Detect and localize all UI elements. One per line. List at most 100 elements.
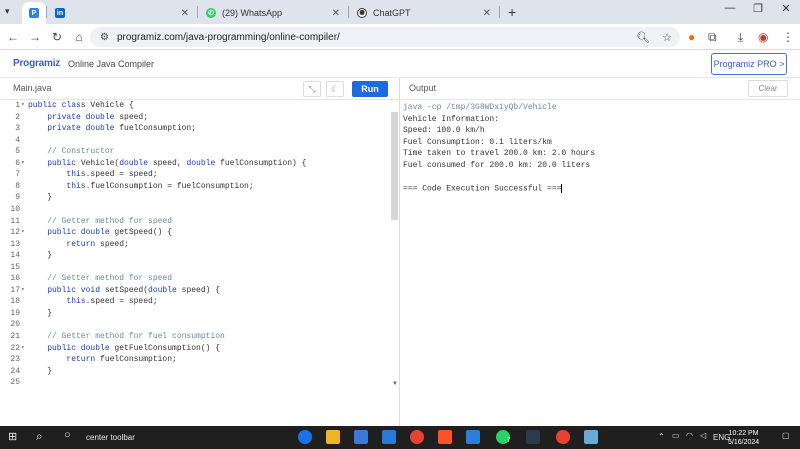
code-line[interactable]: 21 // Getter method for fuel consumption [0,332,391,344]
output-text: Fuel consumed for 200.0 km: 20.0 liters [403,160,591,170]
code-line[interactable]: 16 // Setter method for speed [0,274,391,286]
site-info-icon[interactable]: ⚙ [100,32,109,43]
code-line[interactable]: 17 ▾ public void setSpeed(double speed) { [0,286,391,298]
code-text: // Getter method for speed [28,217,172,226]
tab-chatgpt[interactable]: ✺ ChatGPT ✕ [349,2,499,24]
code-token: speed, [152,158,187,168]
close-icon[interactable]: ✕ [332,8,340,19]
fold-arrow-icon[interactable]: ▾ [21,228,25,235]
notepad-icon[interactable] [584,430,598,444]
code-line[interactable]: 15 [0,263,391,275]
tray-chevron-up-icon[interactable]: ⌃ [658,432,665,441]
brave-icon[interactable] [438,430,452,444]
tab-whatsapp[interactable]: ✆ (29) WhatsApp ✕ [198,2,348,24]
code-line[interactable]: 25 [0,378,391,390]
pane-divider[interactable] [399,78,400,426]
close-window-icon[interactable]: ✕ [772,2,800,15]
cortana-circle-icon[interactable]: ○ [64,429,71,441]
new-tab-button[interactable]: + [500,4,524,20]
code-token: speed; [119,112,149,122]
file-tab-main[interactable]: Main.java [13,83,52,93]
terminal-icon[interactable] [526,430,540,444]
tab-search-icon[interactable]: ▾ [5,6,10,17]
tab-programiz[interactable]: P [22,2,46,24]
restore-icon[interactable]: ❐ [744,2,772,15]
line-number: 6 [15,158,20,168]
home-icon[interactable]: ⌂ [68,30,90,44]
chrome-active-icon[interactable] [556,430,570,444]
code-line[interactable]: 4 [0,136,391,148]
address-bar[interactable]: ⚙ programiz.com/java-programming/online-… [90,27,680,47]
menu-kebab-icon[interactable]: ⋮ [782,30,794,44]
code-line[interactable]: 11 // Getter method for speed [0,217,391,229]
code-line[interactable]: 20 [0,320,391,332]
tab-linkedin[interactable]: in ✕ [47,2,197,24]
code-text: private double speed; [28,113,148,122]
line-number: 25 [10,378,20,388]
forward-icon[interactable]: → [24,30,46,44]
file-explorer-icon[interactable] [326,430,340,444]
extension-icon[interactable]: ● [688,30,695,44]
back-icon[interactable]: ← [2,30,24,44]
code-line[interactable]: 9 } [0,193,391,205]
programiz-logo[interactable]: Programiz [13,58,60,69]
code-line[interactable]: 24 } [0,367,391,379]
clear-button[interactable]: Clear [748,80,788,97]
search-icon[interactable]: ⌕ [36,429,43,444]
code-line[interactable]: 7 this.speed = speed; [0,170,391,182]
code-line[interactable]: 18 this.speed = speed; [0,297,391,309]
chrome-icon[interactable] [410,430,424,444]
taskbar-search-text[interactable]: center toolbar [86,433,135,442]
reload-icon[interactable]: ↻ [46,30,68,44]
close-icon[interactable]: ✕ [181,8,189,19]
fold-arrow-icon[interactable]: ▾ [21,344,25,351]
wifi-icon[interactable]: ◠ [686,431,693,440]
output-text: Time taken to travel 200.0 km: 2.0 hours [403,149,596,159]
mail-icon[interactable] [382,430,396,444]
code-line[interactable]: 19 } [0,309,391,321]
code-line[interactable]: 2 private double speed; [0,113,391,125]
run-button[interactable]: Run [352,81,388,97]
system-clock[interactable]: 10:22 PM 5/16/2024 [728,429,759,447]
battery-icon[interactable]: ▭ [672,431,680,440]
code-line[interactable]: 6 ▾ public Vehicle(double speed, double f… [0,159,391,171]
code-line[interactable]: 12 ▾ public double getSpeed() { [0,228,391,240]
line-number: 4 [15,135,20,145]
edge-icon[interactable] [298,430,312,444]
download-icon[interactable]: ⤓ [738,30,743,45]
code-text: return fuelConsumption; [28,355,176,364]
fold-arrow-icon[interactable]: ▾ [21,286,25,293]
store-icon[interactable] [354,430,368,444]
code-line[interactable]: 14 } [0,251,391,263]
fold-arrow-icon[interactable]: ▾ [21,101,25,108]
dark-mode-moon-icon[interactable]: ☾ [326,81,344,97]
programiz-pro-button[interactable]: Programiz PRO > [711,53,787,75]
code-line[interactable]: 23 return fuelConsumption; [0,355,391,367]
fold-arrow-icon[interactable]: ▾ [21,159,25,166]
output-line: Fuel consumed for 200.0 km: 20.0 liters [403,161,798,173]
code-line[interactable]: 22 ▾ public double getFuelConsumption() { [0,344,391,356]
windows-start-icon[interactable]: ⊞ [8,430,17,443]
code-token: } [28,308,53,318]
code-line[interactable]: 8 this.fuelConsumption = fuelConsumption… [0,182,391,194]
code-line[interactable]: 13 return speed; [0,240,391,252]
editor-scrollbar[interactable] [391,112,398,220]
volume-icon[interactable]: ◁ [700,431,706,440]
code-editor[interactable]: 1 ▾ public class Vehicle {2 private double… [0,101,391,401]
minimize-icon[interactable]: — [716,2,744,15]
scroll-down-arrow-icon[interactable]: ▼ [392,381,398,387]
close-icon[interactable]: ✕ [483,8,491,19]
code-line[interactable]: 5 // Constructor [0,147,391,159]
zoom-icon[interactable]: 🔍︎ [636,31,650,44]
fullscreen-icon[interactable]: ⤡ [303,81,321,97]
code-line[interactable]: 3 private double fuelConsumption; [0,124,391,136]
code-line[interactable]: 1 ▾ public class Vehicle { [0,101,391,113]
extensions-puzzle-icon[interactable]: ⧉ [708,30,717,45]
vscode-icon[interactable] [466,430,480,444]
bookmark-star-icon[interactable]: ☆ [662,31,672,44]
avatar[interactable]: ◉ [758,30,768,44]
notifications-icon[interactable]: ▢ [782,431,790,440]
code-line[interactable]: 10 [0,205,391,217]
